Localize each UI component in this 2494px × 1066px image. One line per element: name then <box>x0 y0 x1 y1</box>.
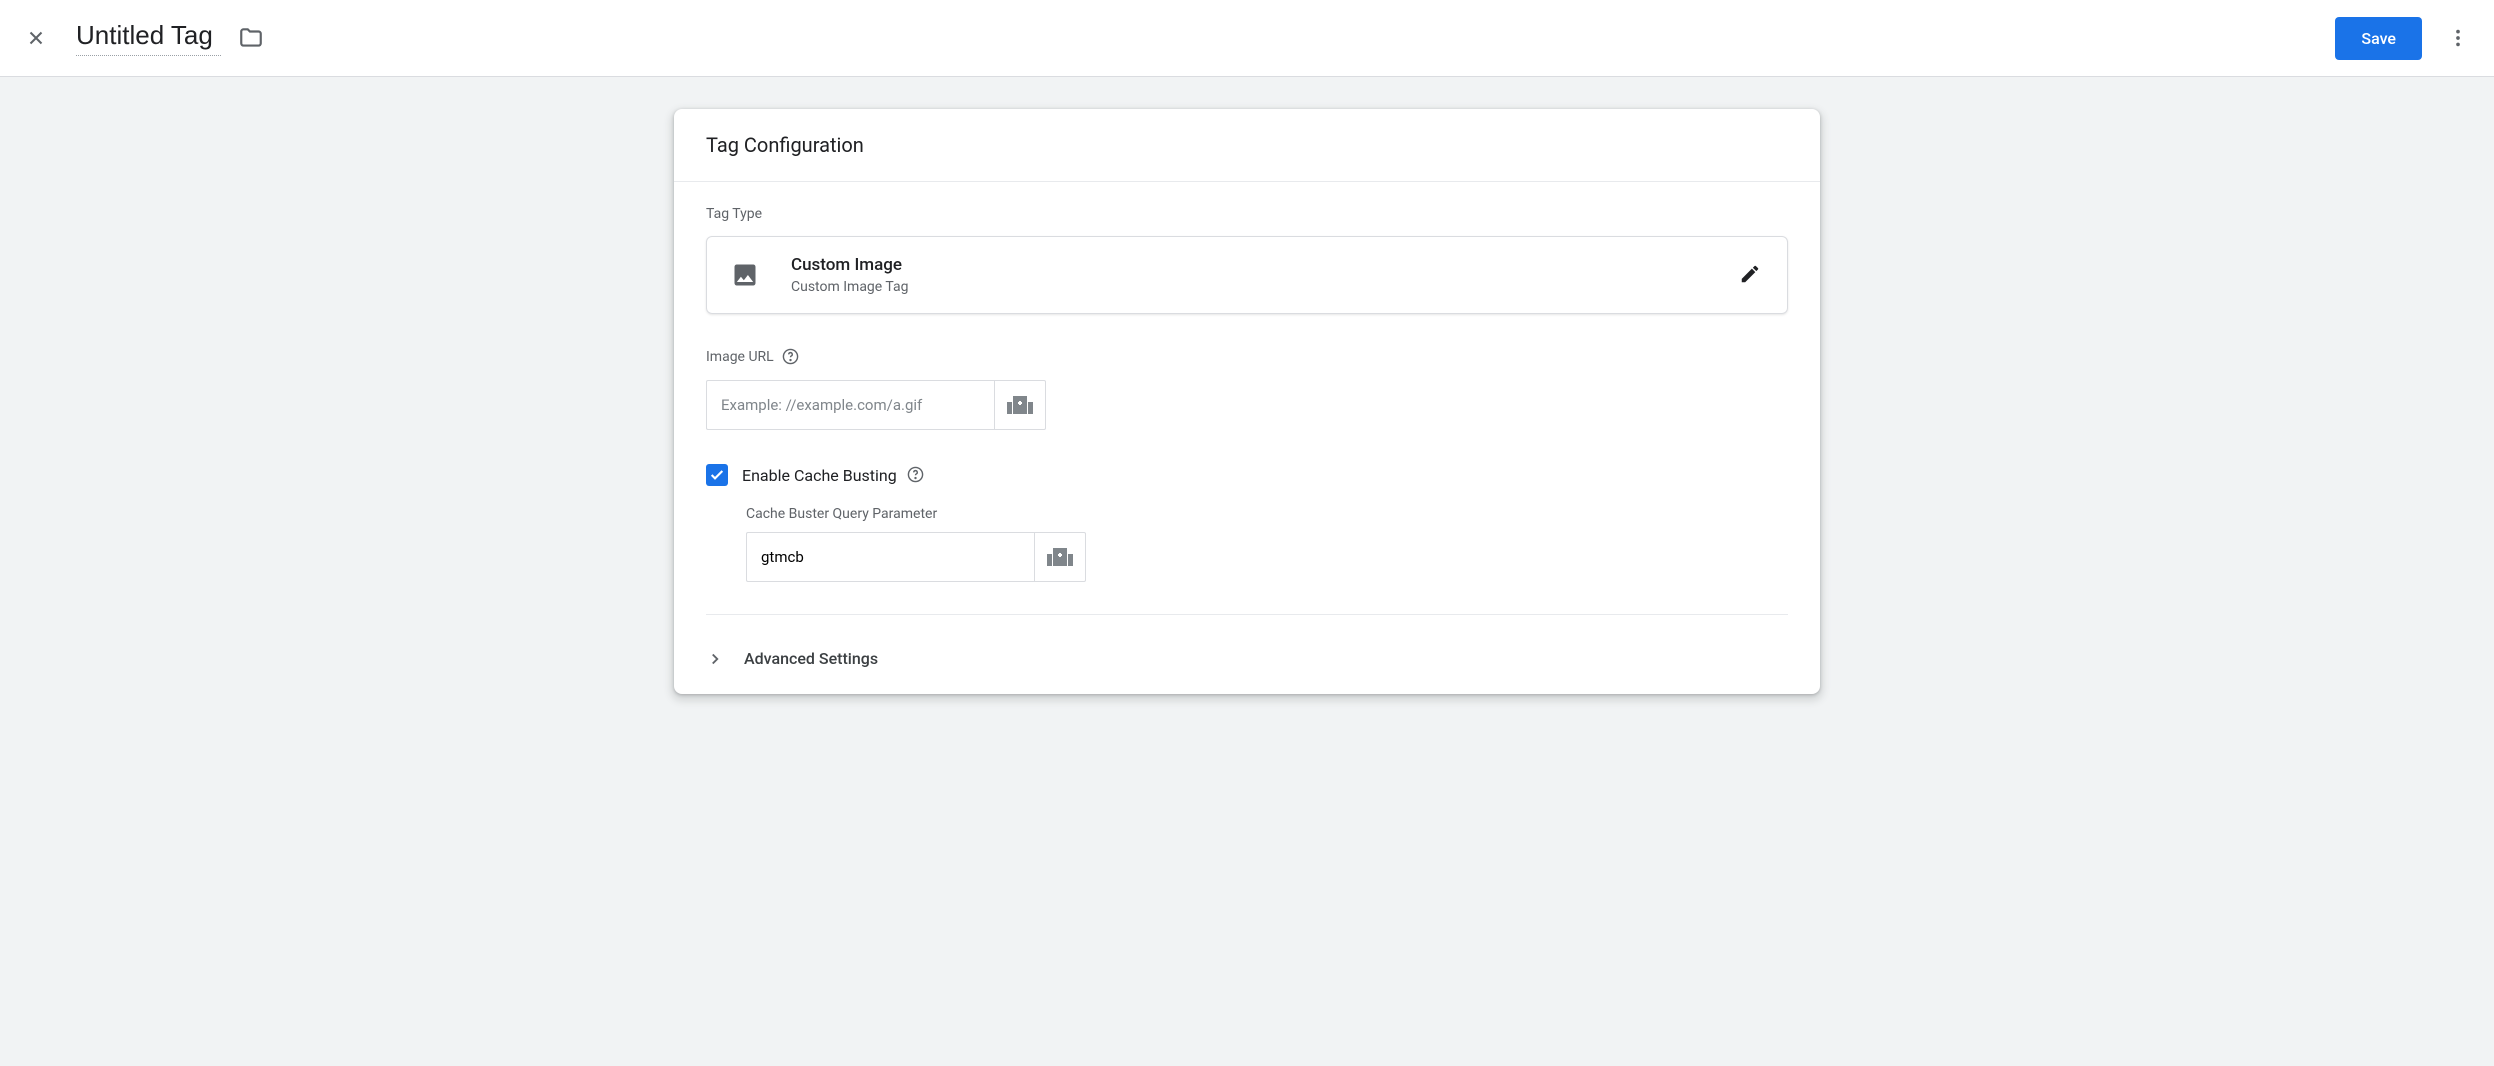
save-button[interactable]: Save <box>2335 17 2422 60</box>
cache-busting-label: Enable Cache Busting <box>742 466 897 485</box>
image-url-variable-button[interactable] <box>994 380 1046 430</box>
check-icon <box>709 467 725 483</box>
pencil-icon <box>1739 263 1761 285</box>
image-url-help[interactable] <box>782 348 800 366</box>
tag-type-subtitle: Custom Image Tag <box>791 279 1739 295</box>
chevron-right-icon <box>706 650 724 668</box>
cache-param-variable-button[interactable] <box>1034 532 1086 582</box>
image-url-label: Image URL <box>706 349 774 365</box>
card-title: Tag Configuration <box>674 109 1820 182</box>
tag-type-label: Tag Type <box>706 206 1788 222</box>
variable-picker-icon <box>1007 396 1033 414</box>
advanced-settings-label: Advanced Settings <box>744 649 878 668</box>
close-button[interactable] <box>24 26 48 50</box>
more-menu-button[interactable] <box>2446 26 2470 50</box>
config-card: Tag Configuration Tag Type Custom Image … <box>674 109 1820 694</box>
page-header: Save <box>0 0 2494 77</box>
variable-picker-icon <box>1047 548 1073 566</box>
cache-param-input[interactable] <box>746 532 1034 582</box>
cache-busting-checkbox[interactable] <box>706 464 728 486</box>
help-icon <box>782 348 799 365</box>
cache-param-label: Cache Buster Query Parameter <box>746 506 1788 522</box>
tag-type-selector[interactable]: Custom Image Custom Image Tag <box>706 236 1788 314</box>
image-icon <box>731 261 759 289</box>
cache-busting-help[interactable] <box>907 466 925 484</box>
folder-icon <box>238 25 264 51</box>
content-area: Tag Configuration Tag Type Custom Image … <box>0 77 2494 726</box>
image-url-input[interactable] <box>706 380 994 430</box>
tag-type-title: Custom Image <box>791 255 1739 275</box>
tag-name-input[interactable] <box>76 20 221 56</box>
close-icon <box>25 27 47 49</box>
advanced-settings-toggle[interactable]: Advanced Settings <box>674 623 1820 694</box>
folder-button[interactable] <box>237 24 265 52</box>
more-vert-icon <box>2447 27 2469 49</box>
edit-tag-type-button[interactable] <box>1739 263 1763 287</box>
help-icon <box>907 466 924 483</box>
